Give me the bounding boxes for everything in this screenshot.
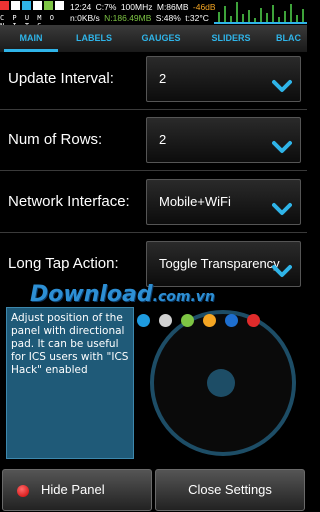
hide-panel-label: Hide Panel	[41, 482, 105, 497]
long-tap-action-label: Long Tap Action:	[8, 255, 119, 272]
close-settings-label: Close Settings	[188, 482, 272, 497]
num-rows-spinner[interactable]: 2	[146, 117, 301, 163]
network-graph-icon	[214, 2, 307, 24]
bottom-action-bar: Hide Panel Close Settings	[0, 467, 307, 512]
setting-row-network-interface: Network Interface: Mobile+WiFi	[0, 173, 307, 233]
update-interval-value: 2	[159, 71, 167, 86]
tab-black[interactable]: BLAC	[266, 25, 307, 52]
status-net-up: n:0KB/s	[70, 13, 100, 23]
color-dot-green[interactable]	[181, 314, 194, 327]
tab-labels[interactable]: LABELS	[62, 25, 126, 52]
chevron-down-icon	[272, 141, 292, 153]
status-time: 12:24	[70, 2, 92, 12]
chevron-down-icon	[272, 80, 292, 92]
chevron-down-icon	[272, 203, 292, 215]
settings-tab-bar: MAIN LABELS GAUGES SLIDERS BLAC	[0, 25, 307, 52]
status-cpu: C:7%	[95, 2, 117, 12]
hide-panel-button[interactable]: Hide Panel	[2, 469, 152, 511]
status-line-1: 12:24 C:7% 100MHz M:86MB -46dB	[70, 2, 218, 12]
setting-row-update-interval: Update Interval: 2	[0, 50, 307, 110]
app-logo: C P U M O N I T S	[0, 1, 66, 30]
dpad-knob[interactable]	[207, 369, 235, 397]
close-settings-button[interactable]: Close Settings	[155, 469, 305, 511]
color-dot-gray[interactable]	[159, 314, 172, 327]
chevron-down-icon	[272, 265, 292, 277]
status-temp: t:32°C	[185, 13, 209, 23]
status-battery: S:48%	[155, 13, 181, 23]
status-signal: -46dB	[192, 2, 216, 12]
tab-gauges[interactable]: GAUGES	[126, 25, 196, 52]
network-interface-label: Network Interface:	[8, 193, 130, 210]
long-tap-action-spinner[interactable]: Toggle Transparency	[146, 241, 301, 287]
panel-position-help: Adjust position of the panel with direct…	[6, 307, 134, 459]
red-led-icon	[17, 485, 29, 497]
color-picker	[137, 314, 263, 328]
setting-row-num-rows: Num of Rows: 2	[0, 111, 307, 171]
directional-pad[interactable]	[146, 306, 300, 460]
watermark-suffix: .com.vn	[152, 289, 215, 305]
num-rows-value: 2	[159, 132, 167, 147]
color-dot-dark-blue[interactable]	[225, 314, 238, 327]
update-interval-label: Update Interval:	[8, 70, 114, 87]
color-dot-orange[interactable]	[203, 314, 216, 327]
watermark-logo: Download.com.vn	[30, 282, 270, 308]
long-tap-action-value: Toggle Transparency	[159, 256, 280, 271]
color-dot-blue[interactable]	[137, 314, 150, 327]
network-interface-value: Mobile+WiFi	[159, 194, 231, 209]
status-net-down: N:186.49MB	[104, 13, 152, 23]
watermark-main: Download	[30, 282, 153, 307]
network-interface-spinner[interactable]: Mobile+WiFi	[146, 179, 301, 225]
status-freq: 100MHz	[120, 2, 153, 12]
status-mem: M:86MB	[156, 2, 189, 12]
num-rows-label: Num of Rows:	[8, 131, 103, 148]
status-bar: C P U M O N I T S 12:24 C:7% 100MHz M:86…	[0, 0, 307, 30]
tab-main[interactable]: MAIN	[0, 25, 62, 52]
tab-sliders[interactable]: SLIDERS	[196, 25, 266, 52]
update-interval-spinner[interactable]: 2	[146, 56, 301, 102]
color-dot-red[interactable]	[247, 314, 260, 327]
help-text: Adjust position of the panel with direct…	[11, 312, 129, 376]
status-line-2: n:0KB/s N:186.49MB S:48% t:32°C	[70, 13, 211, 23]
